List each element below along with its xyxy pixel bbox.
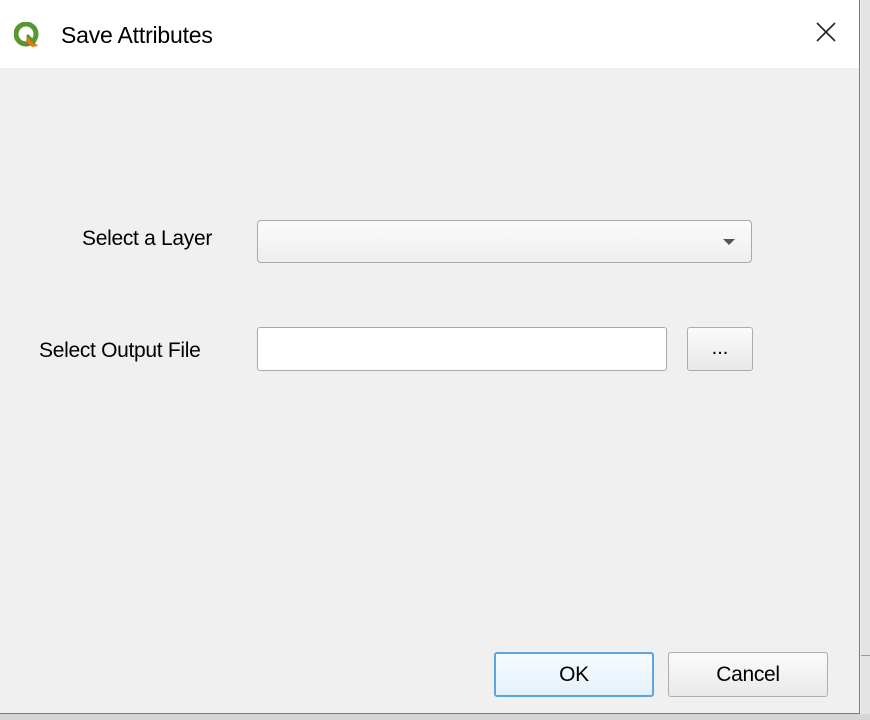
- window-title: Save Attributes: [61, 22, 213, 48]
- title-bar[interactable]: Save Attributes: [0, 0, 859, 68]
- browse-button[interactable]: ...: [687, 327, 753, 371]
- cancel-button[interactable]: Cancel: [668, 652, 828, 697]
- output-file-input[interactable]: [257, 327, 667, 371]
- layer-combobox[interactable]: [257, 220, 752, 263]
- close-button[interactable]: [806, 14, 846, 54]
- save-attributes-dialog: Save Attributes Select a Layer Select Ou…: [0, 0, 860, 714]
- select-layer-label: Select a Layer: [82, 227, 213, 250]
- ok-button[interactable]: OK: [494, 652, 654, 697]
- background-window-edge: [861, 0, 870, 720]
- chevron-down-icon: [723, 239, 735, 245]
- background-divider: [861, 655, 870, 656]
- background-window-strip: [0, 714, 870, 720]
- select-output-file-label: Select Output File: [39, 339, 201, 362]
- close-icon: [815, 21, 837, 48]
- qgis-icon: [13, 21, 40, 48]
